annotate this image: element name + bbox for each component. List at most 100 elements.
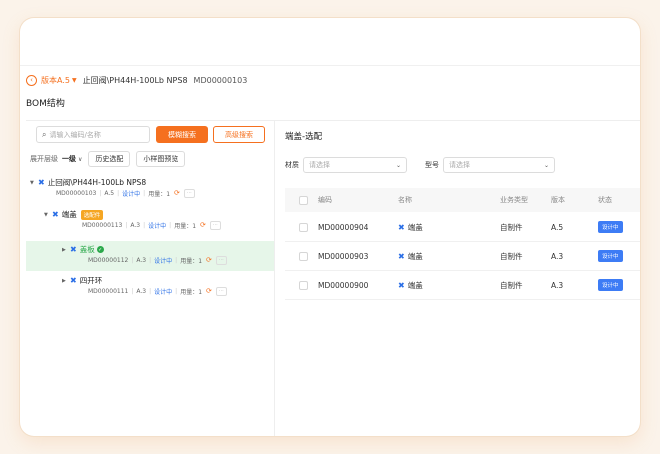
bom-tree-panel: ⌕ 请输入编码/名称 模糊搜索 高级搜索 展开层级 一级 ∨ 历史选配 小样图预… (26, 120, 275, 436)
cell-code: MD00000903 (318, 251, 369, 261)
tree-node-split-ring[interactable]: ▶ ✖ 四开环 MD00000111 | A.3 | 设计中 | 用量：1 ⟳ ··· (26, 275, 274, 305)
col-name: 名称 (398, 196, 412, 204)
chevron-down-icon[interactable]: ∨ (78, 156, 82, 163)
collapse-icon[interactable]: ▼ (44, 212, 52, 218)
panel-title: 端盖-选配 (285, 132, 323, 142)
node-code: MD00000111 (88, 287, 129, 295)
select-all-checkbox[interactable] (299, 195, 308, 205)
search-icon: ⌕ (42, 129, 47, 139)
sync-icon[interactable]: ⟳ (206, 287, 212, 295)
row-checkbox[interactable] (299, 222, 308, 232)
node-status: 设计中 (154, 257, 173, 265)
node-name: 止回阀\PH44H-100Lb NPS8 (47, 178, 147, 187)
node-qty: 用量：1 (180, 257, 203, 265)
advanced-search-button[interactable]: 高级搜索 (213, 126, 265, 143)
status-badge: 设计中 (598, 250, 623, 262)
part-x-icon: ✖ (70, 276, 77, 285)
part-x-icon: ✖ (70, 245, 77, 254)
node-status: 设计中 (122, 190, 141, 198)
cell-name: 端盖 (407, 280, 423, 290)
optional-part-tag: 选配件 (80, 209, 104, 220)
node-name: 四开环 (79, 276, 103, 285)
part-x-icon: ✖ (52, 210, 59, 219)
chevron-down-icon: ⌄ (543, 161, 549, 169)
node-name: 端盖 (61, 210, 77, 219)
node-version: A.3 (136, 256, 147, 264)
node-version: A.3 (136, 287, 147, 295)
thumbnail-preview-button[interactable]: 小样图预览 (136, 151, 186, 167)
part-x-icon: ✖ (398, 251, 405, 261)
page-title: BOM结构 (26, 99, 65, 109)
tree-node-endcap[interactable]: ▼ ✖ 端盖 选配件 MD00000113 | A.3 | 设计中 | 用量：1 ⟳ … (26, 209, 274, 239)
cell-version: A.3 (551, 280, 564, 290)
status-badge: 设计中 (598, 221, 623, 233)
status-badge: 设计中 (598, 279, 623, 291)
model-select[interactable]: 请选择 ⌄ (443, 157, 555, 173)
expand-icon[interactable]: ▶ (62, 278, 70, 284)
expand-icon[interactable]: ▶ (62, 247, 70, 253)
table-header: 编码 名称 业务类型 版本 状态 (285, 188, 640, 212)
col-version: 版本 (551, 196, 565, 204)
cell-type: 自制件 (500, 251, 523, 261)
row-checkbox[interactable] (299, 280, 308, 290)
cell-version: A.5 (551, 222, 564, 232)
cell-type: 自制件 (500, 280, 523, 290)
sync-icon[interactable]: ⟳ (174, 189, 180, 197)
node-code: MD00000113 (82, 221, 123, 229)
fuzzy-search-button[interactable]: 模糊搜索 (156, 126, 208, 143)
node-code: MD00000112 (88, 256, 129, 264)
cell-code: MD00000900 (318, 280, 369, 290)
cell-name: 端盖 (407, 251, 423, 261)
table-row[interactable]: MD00000900 ✖ 端盖 自制件 A.3 设计中 (285, 271, 640, 300)
caret-down-icon[interactable]: ▼ (72, 77, 77, 84)
node-qty: 用量：1 (174, 222, 197, 230)
material-label: 材质 (285, 161, 299, 169)
cell-version: A.3 (551, 251, 564, 261)
col-code: 编码 (318, 196, 332, 204)
node-name: 盖板 (79, 245, 95, 254)
chevron-down-icon: ⌄ (395, 161, 401, 169)
material-placeholder: 请选择 (309, 161, 330, 169)
tree-node-cover-plate[interactable]: ▶ ✖ 盖板 ✓ MD00000112 | A.3 | 设计中 | 用量：1 ⟳ ··… (26, 241, 274, 271)
more-icon[interactable]: ··· (209, 220, 221, 230)
node-status: 设计中 (148, 222, 167, 230)
node-version: A.3 (130, 221, 141, 229)
product-name: 止回阀\PH44H-100Lb NPS8 (82, 75, 188, 85)
more-icon[interactable]: ··· (215, 255, 227, 265)
node-qty: 用量：1 (148, 190, 171, 198)
table-row[interactable]: MD00000903 ✖ 端盖 自制件 A.3 设计中 (285, 242, 640, 271)
history-selection-button[interactable]: 历史选配 (88, 151, 131, 167)
collapse-icon[interactable]: ▼ (30, 180, 38, 186)
part-x-icon: ✖ (38, 178, 45, 187)
table-row[interactable]: MD00000904 ✖ 端盖 自制件 A.5 设计中 (285, 213, 640, 242)
sync-icon[interactable]: ⟳ (200, 221, 206, 229)
node-version: A.5 (104, 189, 115, 197)
more-icon[interactable]: ··· (215, 286, 227, 296)
sync-icon[interactable]: ⟳ (206, 256, 212, 264)
top-bar (20, 18, 640, 66)
node-qty: 用量：1 (180, 288, 203, 296)
back-circle-icon[interactable]: ‹ (26, 74, 37, 86)
node-status: 设计中 (154, 288, 173, 296)
more-icon[interactable]: ··· (183, 188, 195, 198)
expand-level-label: 展开层级 (30, 155, 58, 163)
col-status: 状态 (598, 196, 612, 204)
material-select[interactable]: 请选择 ⌄ (303, 157, 407, 173)
node-code: MD00000103 (56, 189, 97, 197)
part-x-icon: ✖ (398, 222, 405, 232)
check-circle-icon: ✓ (96, 246, 104, 253)
tree-node-root[interactable]: ▼ ✖ 止回阀\PH44H-100Lb NPS8 MD00000103 | A.5… (26, 177, 274, 207)
cell-name: 端盖 (407, 222, 423, 232)
col-type: 业务类型 (500, 196, 528, 204)
expand-level-select[interactable]: 一级 (62, 154, 76, 164)
filter-bar: 材质 请选择 ⌄ 型号 请选择 ⌄ (285, 157, 555, 173)
cell-type: 自制件 (500, 222, 523, 232)
cell-code: MD00000904 (318, 222, 369, 232)
model-label: 型号 (425, 161, 439, 169)
version-select[interactable]: 版本A.5 (41, 75, 70, 86)
row-checkbox[interactable] (299, 251, 308, 261)
model-placeholder: 请选择 (449, 161, 470, 169)
search-input[interactable]: ⌕ 请输入编码/名称 (36, 126, 150, 143)
part-x-icon: ✖ (398, 280, 405, 290)
product-code: MD00000103 (193, 75, 248, 85)
